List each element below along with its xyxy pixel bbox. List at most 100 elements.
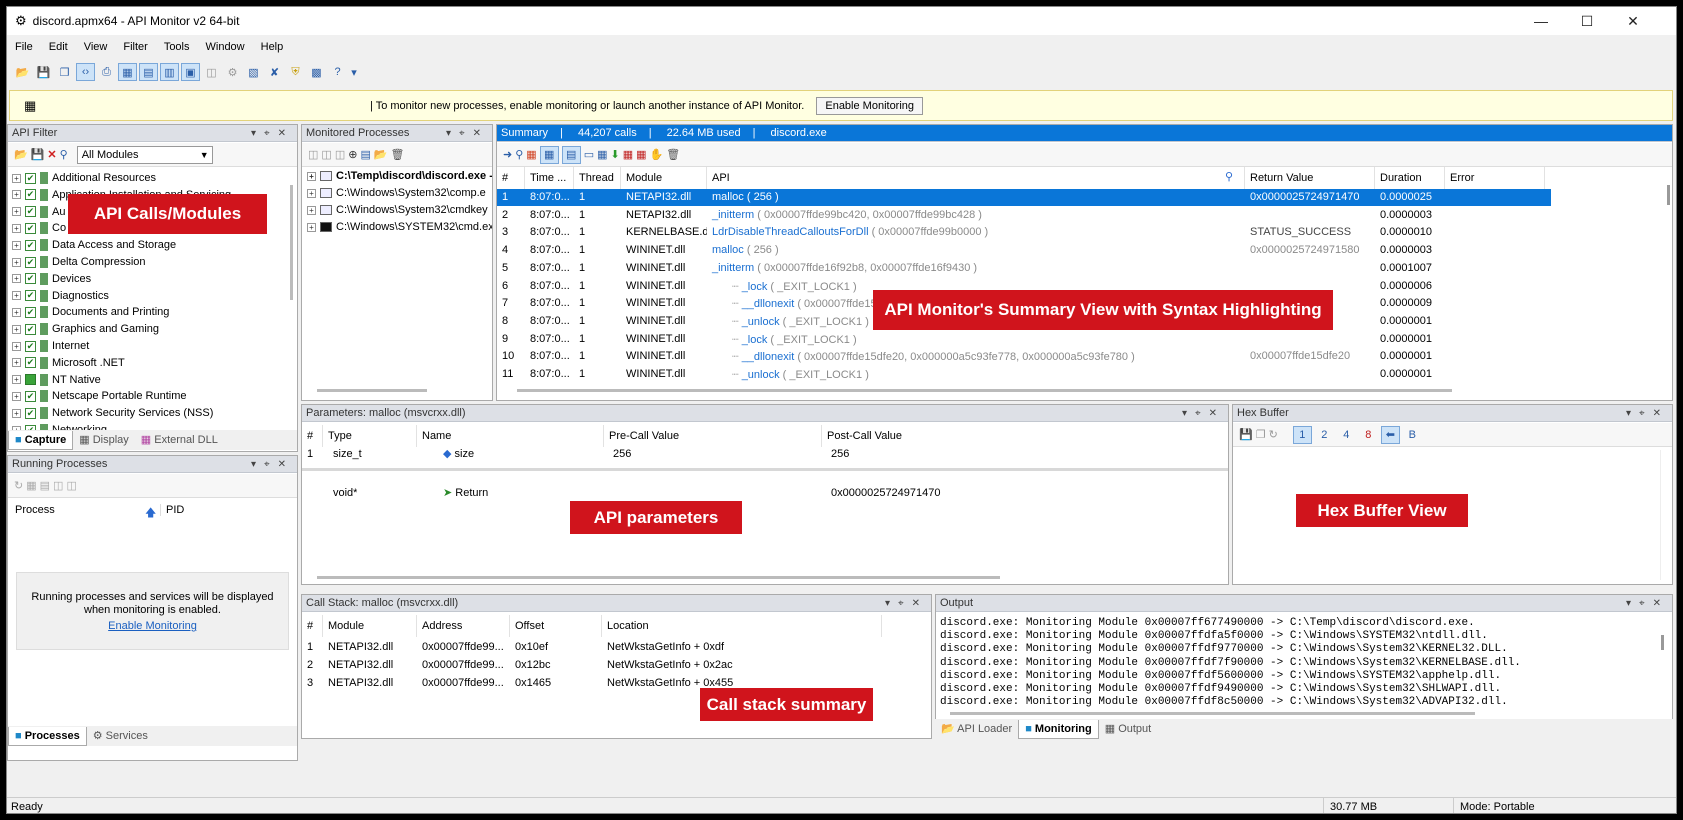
hex-1-button[interactable]: 1: [1292, 425, 1312, 444]
expand-icon[interactable]: +: [12, 375, 21, 385]
monitored-process-item[interactable]: + C:\Windows\System32\cmdkey: [307, 202, 492, 219]
checkbox-icon[interactable]: ✔: [25, 273, 36, 285]
menu-help[interactable]: Help: [253, 41, 292, 53]
checkbox-icon[interactable]: ✔: [25, 256, 36, 268]
panel-buttons-icon[interactable]: ▾⌖✕: [1626, 405, 1669, 422]
summary-column-4[interactable]: API: [707, 167, 1245, 189]
attach-icon[interactable]: ◫: [308, 148, 318, 161]
checkbox-icon[interactable]: ✔: [25, 323, 36, 335]
layout-4-icon[interactable]: ▣: [181, 63, 200, 81]
save-icon[interactable]: 💾: [34, 63, 53, 81]
hex-2-button[interactable]: 2: [1315, 426, 1334, 444]
detail-icon[interactable]: ▭: [584, 148, 594, 161]
next-icon[interactable]: ➜: [503, 148, 512, 161]
columns-icon[interactable]: ▦: [597, 148, 607, 161]
code-view-icon[interactable]: ‹›: [76, 63, 95, 81]
call-stack-column-3[interactable]: Offset: [510, 615, 602, 637]
call-stack-column-4[interactable]: Location: [602, 615, 882, 637]
call-stack-cell-n[interactable]: 1: [302, 641, 323, 653]
delete-icon[interactable]: ✕: [47, 148, 56, 161]
list-icon[interactable]: ▤: [40, 479, 50, 492]
open-icon[interactable]: 📂: [13, 63, 32, 81]
call-stack-column-2[interactable]: Address: [417, 615, 510, 637]
colors-icon[interactable]: ▦: [526, 148, 536, 161]
tree-view-icon[interactable]: ▦: [539, 145, 559, 164]
api-filter-item[interactable]: + ✔ Netscape Portable Runtime: [12, 388, 282, 405]
parameters-column-3[interactable]: Pre-Call Value: [604, 425, 822, 447]
hex-save-icon[interactable]: 💾: [1239, 428, 1253, 441]
summary-column-3[interactable]: Module: [621, 167, 707, 189]
attach-process-icon[interactable]: ◫: [53, 479, 63, 492]
checkbox-icon[interactable]: ✔: [25, 290, 36, 302]
help-icon[interactable]: ?: [328, 63, 347, 81]
copy-icon[interactable]: ❐: [55, 63, 74, 81]
target-icon[interactable]: ⊕: [348, 148, 357, 161]
expand-icon[interactable]: +: [12, 291, 21, 301]
expand-icon[interactable]: +: [307, 222, 316, 232]
call-stack-cell-n[interactable]: 3: [302, 677, 323, 689]
grid-icon[interactable]: ▦: [26, 479, 36, 492]
parameters-column-1[interactable]: Type: [323, 425, 417, 447]
expand-icon[interactable]: +: [12, 391, 21, 401]
book-icon[interactable]: ▩: [307, 63, 326, 81]
output-vscrollbar[interactable]: [1661, 635, 1664, 650]
checkbox-icon[interactable]: ✔: [25, 407, 36, 419]
expand-icon[interactable]: +: [12, 341, 21, 351]
expand-icon[interactable]: +: [307, 188, 316, 198]
expand-icon[interactable]: +: [12, 223, 21, 233]
api-filter-item[interactable]: + ✔ Graphics and Gaming: [12, 321, 282, 338]
minimize-button[interactable]: —: [1518, 7, 1564, 35]
summary-hscrollbar[interactable]: [517, 389, 1452, 392]
api-filter-item[interactable]: + ✔ Documents and Printing: [12, 304, 282, 321]
pause-icon[interactable]: ◫: [335, 148, 345, 161]
hook-icon[interactable]: ⚙: [223, 63, 242, 81]
hand-icon[interactable]: ✋: [650, 148, 664, 161]
export-icon[interactable]: ⬇: [611, 148, 620, 161]
monitored-process-item[interactable]: + C:\Windows\SYSTEM32\cmd.ex: [307, 219, 492, 236]
monitored-process-item[interactable]: + C:\Windows\System32\comp.e: [307, 185, 492, 202]
expand-icon[interactable]: +: [12, 173, 21, 183]
find-icon[interactable]: ⚲: [515, 148, 523, 161]
summary-column-6[interactable]: Duration: [1375, 167, 1445, 189]
summary-vscrollbar[interactable]: [1667, 185, 1670, 205]
network-icon[interactable]: ▤: [360, 148, 370, 161]
trash-icon[interactable]: 🗑: [666, 148, 680, 161]
search-icon[interactable]: ⚲: [1225, 170, 1233, 183]
tab-external-dll[interactable]: ▦ External DLL: [135, 431, 224, 450]
enable-monitoring-button[interactable]: Enable Monitoring: [816, 96, 924, 115]
folder-icon[interactable]: 📂: [374, 148, 388, 161]
parameters-column-2[interactable]: Name: [417, 425, 604, 447]
tab-api-loader[interactable]: 📂 API Loader: [935, 720, 1018, 739]
expand-icon[interactable]: +: [12, 257, 21, 267]
toolbar-overflow-icon[interactable]: ▾: [349, 63, 359, 81]
maximize-button[interactable]: ☐: [1564, 7, 1610, 35]
menu-file[interactable]: File: [7, 41, 41, 53]
checkbox-icon[interactable]: ✔: [25, 340, 36, 352]
expand-icon[interactable]: +: [12, 307, 21, 317]
expand-icon[interactable]: +: [12, 408, 21, 418]
hex-copy-icon[interactable]: ❐: [1256, 428, 1266, 441]
summary-column-1[interactable]: Time ...: [525, 167, 574, 189]
api-filter-item[interactable]: + ✔ Internet: [12, 338, 282, 355]
checkbox-icon[interactable]: ✔: [25, 306, 36, 318]
kill-icon[interactable]: ◫: [66, 479, 76, 492]
monitored-hscrollbar[interactable]: [317, 389, 427, 392]
print-icon[interactable]: ⎙: [97, 63, 116, 81]
process-column[interactable]: Process: [10, 504, 55, 516]
menu-view[interactable]: View: [76, 41, 116, 53]
detach-icon[interactable]: ◫: [321, 148, 331, 161]
monitor-icon[interactable]: ◫: [202, 63, 221, 81]
summary-column-2[interactable]: Thread: [574, 167, 621, 189]
api-filter-item[interactable]: + ✔ Devices: [12, 271, 282, 288]
call-stack-cell-n[interactable]: 2: [302, 659, 323, 671]
expand-icon[interactable]: +: [12, 358, 21, 368]
api-filter-item[interactable]: + ✔ Diagnostics: [12, 288, 282, 305]
hex-left-icon[interactable]: ⬅: [1380, 425, 1400, 444]
monitored-process-item[interactable]: + C:\Temp\discord\discord.exe -: [307, 168, 492, 185]
layout-3-icon[interactable]: ▥: [160, 63, 179, 81]
checkbox-icon[interactable]: ✔: [25, 189, 36, 201]
open-filter-icon[interactable]: 📂: [14, 148, 28, 161]
tab-monitoring[interactable]: ■ Monitoring: [1018, 719, 1099, 739]
expand-icon[interactable]: +: [12, 240, 21, 250]
shield-icon[interactable]: ⛨: [286, 63, 305, 81]
